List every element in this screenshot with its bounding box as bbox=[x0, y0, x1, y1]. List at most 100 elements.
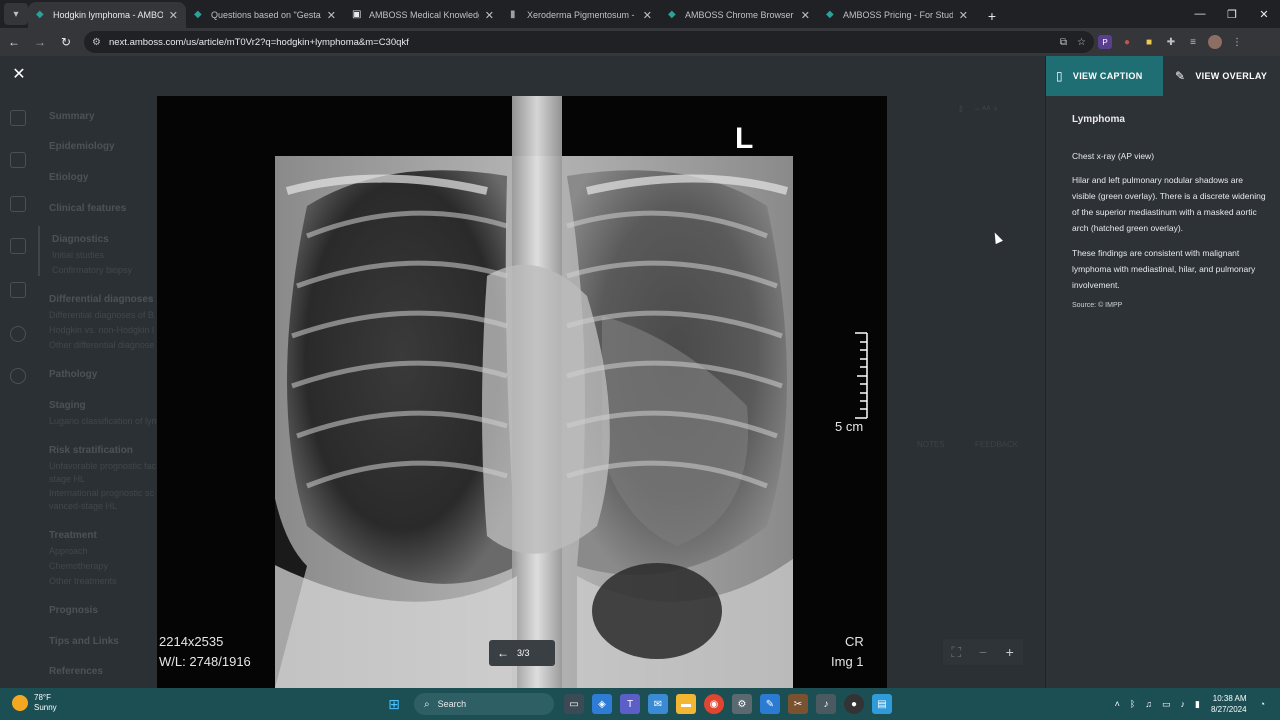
qbank-icon[interactable] bbox=[10, 152, 26, 168]
mail-icon[interactable]: ✉ bbox=[648, 694, 668, 714]
toc-subsection[interactable]: Other differential diagnose bbox=[49, 340, 154, 350]
notes-app-icon[interactable]: ▤ bbox=[872, 694, 892, 714]
tab-close-icon[interactable]: ✕ bbox=[643, 9, 652, 22]
user-icon[interactable] bbox=[10, 326, 26, 342]
toc-subsection[interactable]: Unfavorable prognostic fac bbox=[49, 461, 156, 471]
analytics-icon[interactable] bbox=[10, 238, 26, 254]
view-overlay-tab[interactable]: ✎ VIEW OVERLAY bbox=[1163, 56, 1267, 96]
windows-start-icon[interactable]: ⊞ bbox=[384, 694, 404, 714]
chrome-menu-icon[interactable]: ⋮ bbox=[1226, 31, 1248, 53]
toc-subsection[interactable]: vanced-stage HL bbox=[49, 501, 117, 511]
notification-bell-icon[interactable]: ◔ bbox=[1260, 699, 1265, 709]
toc-section[interactable]: Differential diagnoses bbox=[49, 294, 153, 305]
toc-section[interactable]: Clinical features bbox=[49, 203, 126, 214]
restore-icon[interactable]: ❐ bbox=[1216, 0, 1248, 28]
clock[interactable]: 10:38 AM 8/27/2024 bbox=[1211, 693, 1247, 715]
profile-avatar[interactable] bbox=[1208, 35, 1222, 49]
weather-widget[interactable]: 78°F Sunny bbox=[12, 693, 57, 713]
pen-app-icon[interactable]: ✎ bbox=[760, 694, 780, 714]
browser-tab-5[interactable]: ◆ AMBOSS Chrome Browser Exte ✕ bbox=[660, 2, 818, 28]
chrome-icon[interactable]: ◉ bbox=[704, 694, 724, 714]
browser-tab-2[interactable]: ◆ Questions based on "Gestation ✕ bbox=[186, 2, 344, 28]
toc-section[interactable]: Summary bbox=[49, 111, 95, 122]
image-pager-button[interactable]: ← 3/3 bbox=[489, 640, 555, 666]
extension-p-icon[interactable]: P bbox=[1098, 35, 1112, 49]
toc-section[interactable]: Treatment bbox=[49, 530, 97, 541]
browser-tab-6[interactable]: ◆ AMBOSS Pricing - For Students ✕ bbox=[818, 2, 976, 28]
volume-icon[interactable]: ♪ bbox=[1181, 699, 1186, 709]
minimize-icon[interactable]: — bbox=[1184, 0, 1216, 28]
battery-icon[interactable]: ▮ bbox=[1195, 699, 1200, 710]
view-caption-tab[interactable]: ▯ VIEW CAPTION bbox=[1046, 56, 1163, 96]
chest-xray-illustration bbox=[157, 96, 887, 688]
browser-tab-4[interactable]: ▮ Xeroderma Pigmentosum - Sta ✕ bbox=[502, 2, 660, 28]
toc-subsection[interactable]: Approach bbox=[49, 546, 88, 556]
forward-arrow-icon[interactable]: → bbox=[28, 30, 52, 54]
toc-subsection[interactable]: International prognostic sc bbox=[49, 488, 154, 498]
arrow-left-icon[interactable]: ← bbox=[497, 646, 509, 660]
browser-tab-3[interactable]: ▣ AMBOSS Medical Knowledge - ✕ bbox=[344, 2, 502, 28]
close-modal-icon[interactable]: ✕ bbox=[10, 66, 28, 84]
toc-section[interactable]: References bbox=[49, 666, 103, 677]
toc-section[interactable]: Pathology bbox=[49, 369, 97, 380]
app-icon[interactable]: ⚙ bbox=[732, 694, 752, 714]
file-explorer-icon[interactable]: ▬ bbox=[676, 694, 696, 714]
task-view-icon[interactable]: ▭ bbox=[564, 694, 584, 714]
folder-extension-icon[interactable]: ■ bbox=[1138, 31, 1160, 53]
toc-subsection[interactable]: stage HL bbox=[49, 474, 85, 484]
library-icon[interactable] bbox=[10, 282, 26, 298]
tray-expand-icon[interactable]: ˄ bbox=[1115, 699, 1120, 709]
toc-section[interactable]: Tips and Links bbox=[49, 636, 119, 647]
taskbar-search[interactable]: ⌕ Search bbox=[414, 693, 554, 715]
reading-list-icon[interactable]: ≡ bbox=[1182, 31, 1204, 53]
toc-subsection[interactable]: Initial studies bbox=[52, 250, 104, 260]
extensions-puzzle-icon[interactable]: ✚ bbox=[1160, 31, 1182, 53]
close-window-icon[interactable]: ✕ bbox=[1248, 0, 1280, 28]
toc-subsection[interactable]: Chemotherapy bbox=[49, 561, 108, 571]
pencil-icon: ✎ bbox=[1175, 69, 1186, 83]
url-text[interactable]: next.amboss.com/us/article/mT0Vr2?q=hodg… bbox=[109, 37, 1050, 48]
toc-subsection[interactable]: Differential diagnoses of B bbox=[49, 310, 154, 320]
xray-image[interactable]: L 5 cm 2214x2535 W/L: 2748/1916 CR Img 1… bbox=[157, 96, 887, 688]
toc-section[interactable]: Etiology bbox=[49, 172, 88, 183]
extension-badge-icon[interactable]: ● bbox=[1116, 31, 1138, 53]
tab-close-icon[interactable]: ✕ bbox=[959, 9, 968, 22]
obs-icon[interactable]: ● bbox=[844, 694, 864, 714]
fullscreen-icon[interactable]: ⛶ bbox=[943, 639, 970, 665]
zoom-in-icon[interactable]: + bbox=[996, 639, 1023, 665]
microphone-icon[interactable]: ♫ bbox=[1145, 699, 1152, 709]
tab-close-icon[interactable]: ✕ bbox=[327, 9, 336, 22]
tab-search-chevron-icon[interactable]: ▾ bbox=[4, 3, 28, 25]
new-tab-button[interactable]: + bbox=[982, 4, 1002, 28]
site-info-icon[interactable]: ⚙ bbox=[92, 37, 101, 48]
tab-close-icon[interactable]: ✕ bbox=[801, 9, 810, 22]
bluetooth-icon[interactable]: ᛒ bbox=[1130, 699, 1135, 709]
tab-close-icon[interactable]: ✕ bbox=[169, 9, 178, 22]
toc-subsection[interactable]: Hodgkin vs. non-Hodgkin l bbox=[49, 325, 154, 335]
toc-section[interactable]: Staging bbox=[49, 400, 86, 411]
toc-section[interactable]: Epidemiology bbox=[49, 141, 115, 152]
home-icon[interactable] bbox=[10, 110, 26, 126]
help-icon[interactable] bbox=[10, 368, 26, 384]
bookmark-star-icon[interactable]: ☆ bbox=[1077, 37, 1086, 48]
zoom-out-icon[interactable]: − bbox=[970, 639, 997, 665]
reload-icon[interactable]: ↻ bbox=[54, 30, 78, 54]
toc-section[interactable]: Risk stratification bbox=[49, 445, 133, 456]
copilot-icon[interactable]: ◈ bbox=[592, 694, 612, 714]
browser-tab-1[interactable]: ◆ Hodgkin lymphoma - AMBOSS ✕ bbox=[28, 2, 186, 28]
study-icon[interactable] bbox=[10, 196, 26, 212]
back-arrow-icon[interactable]: ← bbox=[2, 30, 26, 54]
article-table-of-contents: Summary Epidemiology Etiology Clinical f… bbox=[36, 96, 158, 688]
install-app-icon[interactable]: ⧉ bbox=[1060, 37, 1067, 48]
toc-subsection[interactable]: Confirmatory biopsy bbox=[52, 265, 132, 275]
snip-tool-icon[interactable]: ✂ bbox=[788, 694, 808, 714]
audio-app-icon[interactable]: ♪ bbox=[816, 694, 836, 714]
toc-section-active[interactable]: Diagnostics bbox=[52, 234, 109, 245]
toc-subsection[interactable]: Other treatments bbox=[49, 576, 117, 586]
network-icon[interactable]: ▭ bbox=[1162, 699, 1171, 710]
toc-section[interactable]: Prognosis bbox=[49, 605, 98, 616]
toc-subsection[interactable]: Lugano classification of lym bbox=[49, 416, 158, 426]
tab-close-icon[interactable]: ✕ bbox=[485, 9, 494, 22]
teams-icon[interactable]: T bbox=[620, 694, 640, 714]
address-bar[interactable]: ⚙ next.amboss.com/us/article/mT0Vr2?q=ho… bbox=[84, 31, 1094, 53]
